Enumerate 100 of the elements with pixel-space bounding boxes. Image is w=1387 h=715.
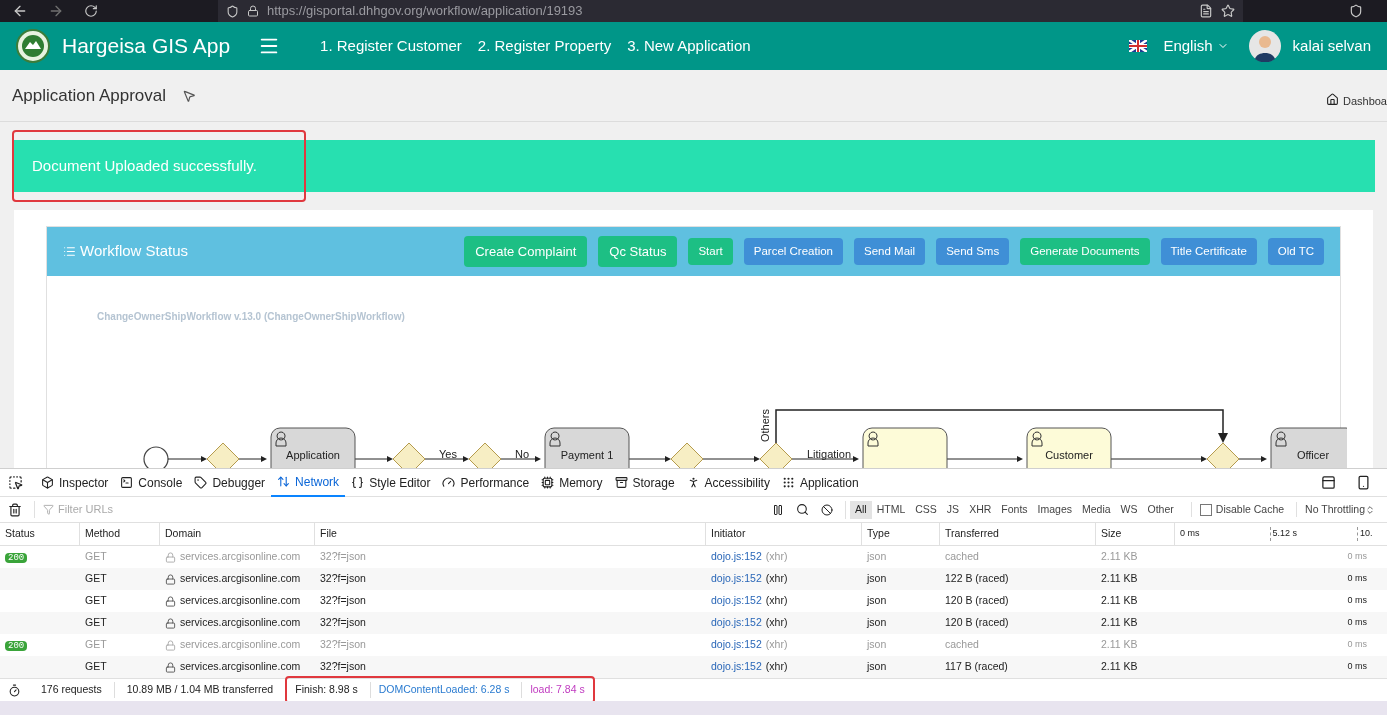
initiator-link[interactable]: dojo.js:152	[711, 615, 762, 631]
devtools-tab[interactable]: Accessibility	[680, 468, 776, 497]
timeline-tick: 0 ms	[1180, 527, 1200, 541]
filter-icon	[43, 504, 54, 515]
address-bar[interactable]: https://gisportal.dhhgov.org/workflow/application/19193	[218, 0, 1243, 22]
table-cell: (xhr)	[765, 659, 788, 675]
grid-icon	[781, 476, 795, 489]
alert-message: Document Uploaded successfully.	[32, 155, 257, 176]
filter-field[interactable]: Filter URLs	[58, 501, 358, 518]
initiator-link[interactable]: dojo.js:152	[711, 571, 762, 587]
back-icon[interactable]	[12, 3, 28, 19]
flow-label: Yes	[439, 448, 457, 460]
bookmark-star-icon[interactable]	[1221, 4, 1235, 18]
app-title[interactable]: Hargeisa GIS App	[62, 30, 231, 62]
initiator-link[interactable]: dojo.js:152	[711, 593, 762, 609]
flow-arrow	[354, 456, 393, 462]
table-cell: 120 B (raced)	[945, 616, 1009, 629]
column-header[interactable]: Type	[862, 523, 940, 545]
block-icon[interactable]	[821, 503, 833, 516]
type-filter[interactable]: JS	[941, 500, 965, 519]
request-row[interactable]: GET services.arcgisonline.com 32?f=json dojo.js:152 (xhr) json 120 B (raced) 2.11 KB 0 ms	[0, 612, 1387, 634]
nav-link[interactable]: 3. New Application	[627, 34, 751, 58]
reader-view-icon[interactable]	[1199, 4, 1213, 18]
column-header[interactable]: Initiator	[706, 523, 862, 545]
type-filter[interactable]: HTML	[871, 500, 911, 519]
request-row[interactable]: GET services.arcgisonline.com 32?f=json dojo.js:152 (xhr) json 122 B (raced) 2.11 KB 0 ms	[0, 568, 1387, 590]
column-header[interactable]: Method	[80, 523, 160, 545]
devtools-tab[interactable]: Debugger	[188, 468, 272, 497]
responsive-mode-icon[interactable]	[1356, 475, 1371, 490]
devtools-tab[interactable]: Network	[271, 468, 346, 497]
gateway-diamond	[206, 442, 240, 468]
url-text: https://gisportal.dhhgov.org/workflow/application/19193	[267, 2, 583, 21]
type-filter[interactable]: CSS	[910, 500, 942, 519]
gateway-diamond	[468, 442, 502, 468]
table-cell: json	[867, 572, 887, 585]
lock-icon	[165, 595, 176, 607]
gateway-diamond	[759, 442, 793, 468]
disable-cache-checkbox[interactable]	[1199, 503, 1212, 516]
nav-link[interactable]: 1. Register Customer	[320, 34, 462, 58]
cube-icon	[41, 476, 54, 489]
column-header[interactable]: Size	[1096, 523, 1175, 545]
type-filter[interactable]: Other	[1142, 500, 1179, 519]
devtools-tab[interactable]: Memory	[535, 468, 609, 497]
flag-icon	[1129, 40, 1148, 52]
type-filter[interactable]: All	[850, 500, 872, 519]
home-icon[interactable]	[1325, 93, 1339, 106]
type-filter[interactable]: Images	[1032, 500, 1077, 519]
timing-cell: 0 ms	[1347, 660, 1367, 674]
language-dropdown[interactable]: English	[1163, 34, 1229, 58]
type-filter[interactable]: XHR	[964, 500, 997, 519]
table-cell: (xhr)	[765, 549, 788, 565]
request-row[interactable]: GET services.arcgisonline.com 32?f=json dojo.js:152 (xhr) json 117 B (raced) 2.11 KB 0 ms	[0, 656, 1387, 678]
task-node: Application	[270, 427, 356, 468]
timeline-tick: 10.	[1357, 527, 1373, 541]
breadcrumb-link[interactable]: Dashboa	[1342, 93, 1387, 110]
forward-icon[interactable]	[48, 3, 64, 19]
devtools-tab[interactable]: Storage	[608, 468, 681, 497]
flow-label: Litigation	[807, 448, 852, 460]
table-cell: services.arcgisonline.com	[180, 571, 301, 587]
type-filter[interactable]: WS	[1115, 500, 1143, 519]
throttling-select[interactable]: No Throttling	[1296, 501, 1375, 518]
column-header[interactable]: File	[315, 523, 706, 545]
devtools-tab[interactable]: Inspector	[35, 468, 115, 497]
initiator-link[interactable]: dojo.js:152	[711, 659, 762, 675]
task-node: Customer	[1026, 427, 1112, 468]
type-filter[interactable]: Fonts	[996, 500, 1033, 519]
finish-time: Finish: 8.98 s	[295, 682, 358, 698]
clear-icon[interactable]	[8, 502, 22, 517]
table-cell: json	[867, 594, 887, 607]
pause-icon[interactable]	[772, 503, 784, 516]
list-icon	[63, 245, 76, 258]
table-cell: services.arcgisonline.com	[180, 637, 301, 653]
table-cell: cached	[945, 638, 979, 651]
checkbox-label: Disable Cache	[1215, 501, 1285, 517]
nav-link[interactable]: 2. Register Property	[477, 34, 612, 58]
flow-label: Others	[759, 409, 771, 442]
column-header[interactable]: Transferred	[940, 523, 1096, 545]
column-header[interactable]: Status	[0, 523, 80, 545]
lock-icon	[165, 639, 176, 651]
element-picker-icon[interactable]	[8, 475, 23, 490]
search-icon[interactable]	[796, 503, 809, 516]
devtools-tab[interactable]: Application	[775, 468, 865, 497]
devtools-tab[interactable]: Console	[114, 468, 189, 497]
timing-cell: 0 ms	[1347, 638, 1367, 652]
avatar-icon	[1248, 30, 1281, 62]
flow-arrow	[500, 456, 541, 462]
initiator-link[interactable]: dojo.js:152	[711, 549, 762, 565]
timing-cell: 0 ms	[1347, 616, 1367, 630]
devtools-tab[interactable]: Style Editor	[345, 468, 437, 497]
task-node: Officer	[1270, 427, 1347, 468]
dock-layout-icon[interactable]	[1321, 475, 1336, 490]
panel-title: Workflow Status	[80, 241, 189, 262]
reload-icon[interactable]	[84, 4, 98, 18]
column-header[interactable]: Domain	[160, 523, 315, 545]
initiator-link[interactable]: dojo.js:152	[711, 637, 762, 653]
flow-label: No	[515, 448, 530, 460]
user-name[interactable]: kalai selvan	[1292, 34, 1371, 58]
type-filter[interactable]: Media	[1077, 500, 1116, 519]
devtools-tab[interactable]: Performance	[436, 468, 536, 497]
extension-icon[interactable]	[1349, 4, 1363, 18]
